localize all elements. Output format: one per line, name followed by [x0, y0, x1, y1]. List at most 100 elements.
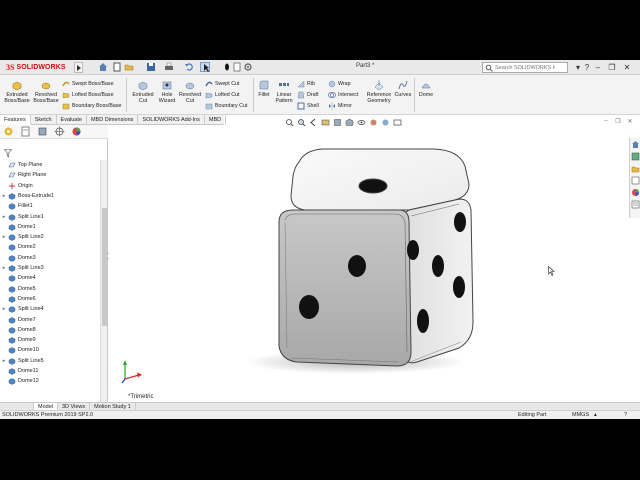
tab-mbd[interactable]: MBD — [205, 115, 227, 125]
tree-item-label: Dome11 — [18, 368, 39, 374]
shell-button[interactable]: Shell — [297, 102, 319, 110]
tree-item[interactable]: Dome3 — [0, 253, 99, 263]
tree-item[interactable]: ▸ Split Line1 — [0, 212, 99, 222]
tree-item[interactable]: Dome10 — [0, 345, 99, 355]
options-gear-icon[interactable] — [243, 62, 253, 72]
dome-button[interactable]: Dome — [417, 79, 435, 98]
tree-item[interactable]: Fillet1 — [0, 201, 99, 211]
linear-pattern-button[interactable]: Linear Pattern — [273, 79, 295, 104]
tree-item[interactable]: Dome6 — [0, 294, 99, 304]
print-icon[interactable] — [164, 62, 174, 72]
tree-item[interactable]: Dome8 — [0, 325, 99, 335]
configuration-manager-tab-icon[interactable] — [37, 126, 48, 137]
reference-geometry-button[interactable]: Reference Geometry — [365, 79, 393, 104]
select-icon[interactable] — [200, 62, 210, 72]
lofted-boss-button[interactable]: Lofted Boss/Base — [62, 91, 114, 99]
wrap-button[interactable]: Wrap — [328, 80, 351, 88]
units-selector[interactable]: MMGS — [572, 412, 589, 419]
menu-expand-button[interactable] — [74, 62, 83, 73]
tab-features[interactable]: Features — [0, 115, 31, 125]
solidworks-logo[interactable]: 3S SOLIDWORKS — [6, 62, 66, 73]
tree-item[interactable]: Dome7 — [0, 315, 99, 325]
expand-arrow-icon[interactable]: ▸ — [0, 358, 8, 364]
feature-icon — [8, 244, 16, 252]
curves-button[interactable]: Curves — [395, 79, 411, 98]
feature-tree-scrollbar[interactable] — [100, 160, 107, 406]
tree-item[interactable]: ▸ Split Line3 — [0, 263, 99, 273]
intersect-button[interactable]: Intersect — [328, 91, 358, 99]
extruded-boss-button[interactable]: Extruded Boss/Base — [4, 79, 30, 104]
lofted-cut-button[interactable]: Lofted Cut — [205, 91, 239, 99]
home-icon[interactable] — [98, 62, 108, 72]
save-icon[interactable] — [146, 62, 156, 72]
revolved-boss-button[interactable]: Revolved Boss/Base — [32, 79, 60, 104]
boundary-boss-button[interactable]: Boundary Boss/Base — [62, 102, 121, 110]
view-palette-icon[interactable] — [631, 176, 640, 185]
help-search-box[interactable] — [482, 62, 568, 73]
solidworks-resources-icon[interactable] — [631, 140, 640, 149]
tree-item[interactable]: Dome2 — [0, 242, 99, 252]
expand-arrow-icon[interactable]: ▸ — [0, 265, 8, 271]
tree-item[interactable]: Right Plane — [0, 170, 99, 180]
feature-icon — [8, 306, 16, 313]
tab-evaluate[interactable]: Evaluate — [57, 115, 87, 125]
tree-item[interactable]: ▸ Split Line4 — [0, 304, 99, 314]
help-status-icon[interactable]: ? — [624, 412, 627, 419]
tree-item[interactable]: Dome1 — [0, 222, 99, 232]
hole-wizard-button[interactable]: Hole Wizard — [157, 79, 177, 104]
feature-manager-tab-icon[interactable] — [3, 126, 14, 137]
minimize-button[interactable]: – — [593, 62, 603, 72]
tree-item[interactable]: Dome4 — [0, 273, 99, 283]
swept-boss-button[interactable]: Swept Boss/Base — [62, 80, 114, 88]
swept-cut-button[interactable]: Swept Cut — [205, 80, 239, 88]
open-folder-icon[interactable] — [124, 62, 134, 72]
tree-item[interactable]: Dome5 — [0, 284, 99, 294]
tab-solidworks-add-ins[interactable]: SOLIDWORKS Add-Ins — [138, 115, 205, 125]
expand-arrow-icon[interactable]: ▸ — [0, 306, 8, 312]
fillet-button[interactable]: Fillet — [256, 79, 272, 98]
extruded-cut-button[interactable]: Extruded Cut — [130, 79, 156, 104]
mirror-button[interactable]: Mirror — [328, 102, 352, 110]
tree-item[interactable]: Dome11 — [0, 366, 99, 376]
restore-button[interactable]: ❐ — [607, 62, 617, 72]
custom-properties-icon[interactable] — [631, 200, 640, 209]
file-explorer-icon[interactable] — [631, 164, 640, 173]
expand-arrow-icon[interactable]: ▸ — [0, 234, 8, 240]
display-manager-tab-icon[interactable] — [71, 126, 82, 137]
doc-minimize-button[interactable]: – — [602, 117, 610, 125]
new-document-icon[interactable] — [112, 62, 122, 72]
doc-restore-button[interactable]: ❐ — [614, 117, 622, 125]
doc-close-button[interactable]: ✕ — [626, 117, 634, 125]
filter-icon[interactable] — [4, 149, 12, 158]
scrollbar-thumb[interactable] — [102, 208, 107, 326]
design-library-icon[interactable] — [631, 152, 640, 161]
front-face — [278, 209, 412, 367]
close-button[interactable]: ✕ — [622, 62, 632, 72]
revolved-cut-button[interactable]: Revolved Cut — [178, 79, 202, 104]
property-manager-tab-icon[interactable] — [20, 126, 31, 137]
rebuild-icon[interactable] — [222, 62, 232, 72]
tree-item[interactable]: ▸ Split Line5 — [0, 356, 99, 366]
units-dropdown-icon[interactable]: ▴ — [594, 412, 597, 419]
expand-arrow-icon[interactable]: ▸ — [0, 214, 8, 220]
undo-icon[interactable] — [184, 62, 194, 72]
draft-button[interactable]: Draft — [297, 91, 318, 99]
file-properties-icon[interactable] — [232, 62, 242, 72]
tab-sketch[interactable]: Sketch — [31, 115, 57, 125]
dimxpert-manager-tab-icon[interactable] — [54, 126, 65, 137]
tree-item[interactable]: Origin — [0, 181, 99, 191]
help-icon[interactable]: ? — [582, 62, 592, 72]
search-input[interactable] — [495, 64, 555, 71]
expand-arrow-icon[interactable]: ▸ — [0, 193, 8, 199]
swept-boss-label: Swept Boss/Base — [72, 81, 114, 87]
rib-button[interactable]: Rib — [297, 80, 315, 88]
tree-item[interactable]: Dome9 — [0, 335, 99, 345]
boundary-cut-button[interactable]: Boundary Cut — [205, 102, 247, 110]
tab-mbd-dimensions[interactable]: MBD Dimensions — [87, 115, 139, 125]
tree-item[interactable]: Dome12 — [0, 376, 99, 386]
tree-item-label: Split Line1 — [18, 213, 44, 220]
tree-item[interactable]: ▸ Split Line2 — [0, 232, 99, 242]
appearances-icon[interactable] — [631, 188, 640, 197]
tree-item[interactable]: Top Plane — [0, 160, 99, 170]
tree-item[interactable]: ▸ Boss-Extrude1 — [0, 191, 99, 201]
